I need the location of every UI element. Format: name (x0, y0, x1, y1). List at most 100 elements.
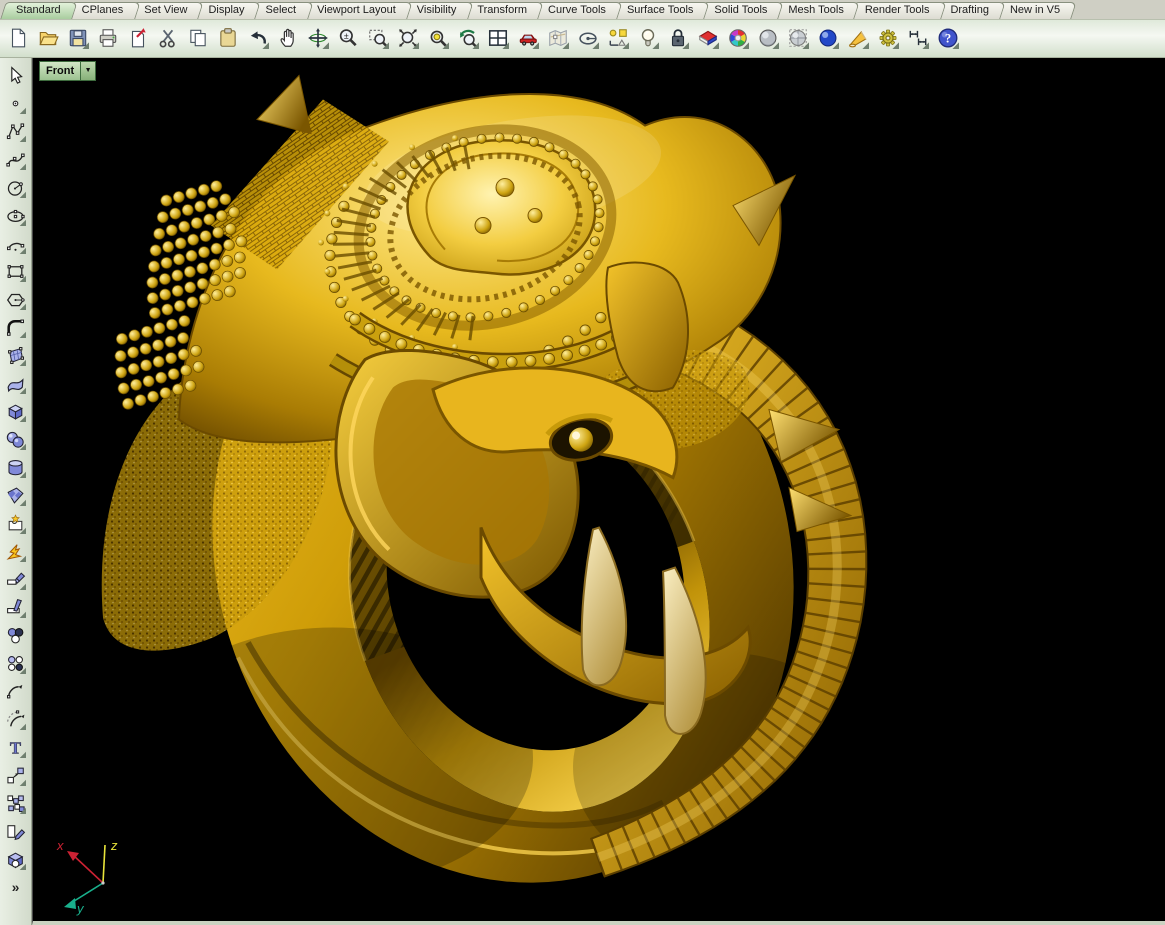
spotlight-button[interactable] (845, 25, 871, 51)
object-snap-button[interactable] (605, 25, 631, 51)
rendered-viewport-button[interactable] (815, 25, 841, 51)
rhino-app: StandardCPlanesSet View Display SelectView… (0, 0, 1165, 925)
boolean-button[interactable] (3, 511, 29, 536)
pan-button[interactable] (275, 25, 301, 51)
trim-button[interactable] (3, 567, 29, 592)
cut-button[interactable] (155, 25, 181, 51)
move-button[interactable] (3, 763, 29, 788)
open-file-button[interactable] (35, 25, 61, 51)
viewport-title[interactable]: Front (40, 62, 80, 80)
ghosted-viewport-button[interactable] (785, 25, 811, 51)
tab-select[interactable]: Select (253, 2, 311, 19)
surface-from-points-button[interactable] (3, 343, 29, 368)
zoom-extents-button[interactable] (395, 25, 421, 51)
cplane-icon (577, 27, 599, 49)
axis-gizmo: z x y (45, 837, 157, 919)
help-button[interactable]: ? (935, 25, 961, 51)
array-button[interactable] (3, 791, 29, 816)
tab-curve-tools[interactable]: Curve Tools (535, 2, 620, 19)
tab-label: Drafting (950, 4, 989, 16)
copy-button[interactable] (185, 25, 211, 51)
rotate-view-button[interactable] (305, 25, 331, 51)
viewport-title-dropdown[interactable]: Front ▼ (39, 61, 96, 81)
paste-button[interactable] (215, 25, 241, 51)
car-icon (517, 27, 539, 49)
explode-button[interactable] (3, 539, 29, 564)
viewport-3d-render[interactable] (33, 58, 1165, 921)
offset-button[interactable] (3, 707, 29, 732)
polyline-button[interactable] (3, 119, 29, 144)
named-views-button[interactable] (515, 25, 541, 51)
polygon-button[interactable] (3, 287, 29, 312)
rotate-view-icon (307, 27, 329, 49)
patch-button[interactable] (3, 483, 29, 508)
export-button[interactable] (125, 25, 151, 51)
group-button[interactable] (3, 651, 29, 676)
tab-new-in-v5[interactable]: New in V5 (997, 2, 1074, 19)
curve-button[interactable] (3, 147, 29, 172)
srf-points-icon (5, 345, 26, 366)
undo-view-change-button[interactable] (455, 25, 481, 51)
tab-solid-tools[interactable]: Solid Tools (701, 2, 781, 19)
tab-render-tools[interactable]: Render Tools (852, 2, 944, 19)
more-tools-button[interactable]: » (3, 875, 29, 900)
tab-cplanes[interactable]: CPlanes (69, 2, 138, 19)
shaded-viewport-button[interactable] (755, 25, 781, 51)
tab-standard[interactable]: Standard (3, 2, 75, 19)
circle-button[interactable] (3, 175, 29, 200)
tab-set-view[interactable]: Set View (131, 2, 201, 19)
rectangle-button[interactable] (3, 259, 29, 284)
tab-viewport-layout[interactable]: Viewport Layout (304, 2, 410, 19)
tab-surface-tools[interactable]: Surface Tools (614, 2, 707, 19)
box-button[interactable] (3, 399, 29, 424)
hatch-button[interactable] (3, 819, 29, 844)
curve-from-objects-button[interactable] (3, 315, 29, 340)
surface-from-curves-button[interactable] (3, 371, 29, 396)
sphere-button[interactable] (3, 427, 29, 452)
viewport-front[interactable]: Front ▼ (32, 58, 1165, 925)
tab-label: Transform (477, 4, 527, 16)
viewport-layout-button[interactable] (485, 25, 511, 51)
tab-label: Mesh Tools (788, 4, 843, 16)
gear-icon (877, 27, 899, 49)
tab-label: Curve Tools (548, 4, 606, 16)
undo-button[interactable] (245, 25, 271, 51)
save-button[interactable] (65, 25, 91, 51)
main-toolbar: ±? (0, 19, 1165, 58)
spotlight-icon (847, 27, 869, 49)
tab-mesh-tools[interactable]: Mesh Tools (775, 2, 857, 19)
tab-label: Display (208, 4, 244, 16)
extend-button[interactable] (3, 679, 29, 704)
svg-text:±: ± (344, 31, 349, 41)
zoom-window-button[interactable] (365, 25, 391, 51)
split-button[interactable] (3, 595, 29, 620)
zoom-selected-button[interactable] (425, 25, 451, 51)
point-button[interactable] (3, 91, 29, 116)
tab-transform[interactable]: Transform (464, 2, 541, 19)
extend-icon (5, 681, 26, 702)
print-button[interactable] (95, 25, 121, 51)
render-button[interactable] (725, 25, 751, 51)
select-button[interactable] (3, 63, 29, 88)
new-file-button[interactable] (5, 25, 31, 51)
lock-objects-button[interactable] (665, 25, 691, 51)
chevron-down-icon[interactable]: ▼ (80, 62, 95, 80)
tab-visibility[interactable]: Visibility (404, 2, 471, 19)
ellipse-button[interactable] (3, 203, 29, 228)
edit-layers-button[interactable] (695, 25, 721, 51)
show-map-button[interactable] (545, 25, 571, 51)
text-button[interactable]: T (3, 735, 29, 760)
zoom-selected-icon (427, 27, 449, 49)
set-cplane-button[interactable] (575, 25, 601, 51)
cylinder-button[interactable] (3, 455, 29, 480)
tab-display[interactable]: Display (195, 2, 258, 19)
tab-drafting[interactable]: Drafting (937, 2, 1003, 19)
dimension-button[interactable] (905, 25, 931, 51)
flow-along-surface-button[interactable] (3, 847, 29, 872)
arc-button[interactable] (3, 231, 29, 256)
join-button[interactable] (3, 623, 29, 648)
options-button[interactable] (875, 25, 901, 51)
zoom-dynamic-button[interactable]: ± (335, 25, 361, 51)
hide-objects-button[interactable] (635, 25, 661, 51)
offset-icon (5, 709, 26, 730)
